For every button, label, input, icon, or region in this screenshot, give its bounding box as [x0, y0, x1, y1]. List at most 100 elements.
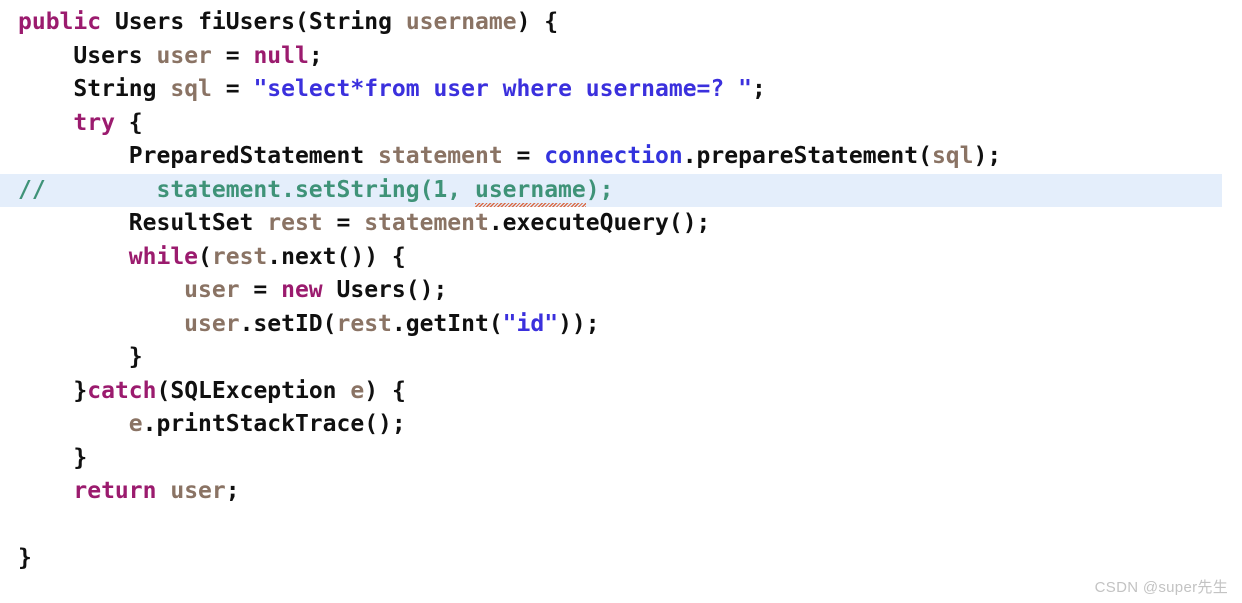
code-token: user — [156, 42, 212, 69]
code-token: = — [211, 42, 254, 69]
code-token: new — [281, 277, 323, 303]
code-token: ); — [585, 176, 614, 203]
code-token: "select*from user where username=? " — [253, 76, 752, 102]
code-line[interactable] — [0, 509, 1242, 543]
code-token: username — [405, 9, 517, 35]
code-token: rest — [211, 243, 268, 270]
code-token: try — [73, 109, 115, 136]
code-token: rest — [336, 310, 392, 337]
code-line[interactable]: PreparedStatement statement = connection… — [0, 140, 1242, 174]
code-token: fiUsers — [198, 9, 295, 35]
code-line[interactable]: } — [0, 542, 1242, 576]
code-line[interactable]: ResultSet rest = statement.executeQuery(… — [0, 207, 1242, 241]
code-token: Users — [73, 42, 143, 69]
code-token: } — [18, 444, 88, 471]
code-token: String — [308, 9, 392, 35]
code-token: ; — [308, 42, 323, 69]
code-token: } — [18, 344, 143, 370]
code-line[interactable]: Users user = null; — [0, 40, 1242, 74]
code-token: PreparedStatement — [128, 143, 365, 169]
code-token: .prepareStatement( — [682, 143, 932, 169]
code-line[interactable]: user = new Users(); — [0, 274, 1242, 308]
csdn-watermark: CSDN @super先生 — [1094, 579, 1228, 596]
code-line[interactable]: try { — [0, 107, 1242, 141]
code-token: connection — [544, 143, 683, 169]
code-token: ) { — [516, 9, 559, 35]
code-editor[interactable]: public Users fiUsers(String username) { … — [0, 0, 1242, 603]
code-token: = — [239, 277, 282, 303]
code-token: public — [18, 9, 102, 35]
code-block[interactable]: public Users fiUsers(String username) { … — [0, 6, 1242, 576]
code-token: sql — [931, 143, 974, 169]
code-line[interactable]: e.printStackTrace(); — [0, 408, 1242, 442]
code-token: { — [114, 109, 143, 136]
code-token: while — [128, 243, 199, 270]
code-token: statement — [378, 143, 503, 169]
code-token: ResultSet — [128, 210, 254, 236]
code-token: null — [253, 42, 309, 69]
code-token: return — [73, 478, 157, 504]
code-line[interactable]: } — [0, 442, 1242, 476]
code-token: ( — [295, 9, 309, 35]
code-token: .getInt( — [391, 310, 503, 337]
code-token: ( — [156, 377, 171, 404]
code-line[interactable]: while(rest.next()) { — [0, 241, 1242, 275]
code-token: e — [128, 411, 143, 437]
code-token: (); — [405, 277, 448, 303]
code-token: .setID( — [239, 310, 337, 337]
code-token: Users — [114, 9, 185, 35]
code-token: rest — [267, 210, 323, 236]
code-line[interactable]: return user; — [0, 475, 1242, 509]
code-token: ) { — [364, 377, 406, 404]
code-token: ); — [973, 143, 1002, 169]
code-token: Users — [336, 277, 406, 303]
code-line[interactable]: String sql = "select*from user where use… — [0, 73, 1242, 107]
code-line[interactable]: } — [0, 341, 1242, 375]
code-token: .executeQuery(); — [488, 210, 711, 236]
code-line[interactable]: // statement.setString(1, username); — [0, 173, 1222, 208]
code-token: SQLException — [170, 377, 337, 404]
code-token: user — [184, 310, 240, 337]
code-token: ; — [751, 76, 766, 102]
code-line[interactable]: }catch(SQLException e) { — [0, 375, 1242, 409]
code-line[interactable]: public Users fiUsers(String username) { — [0, 6, 1242, 40]
code-token: statement — [364, 210, 489, 236]
error-squiggle-token: username — [474, 174, 586, 208]
code-line[interactable]: user.setID(rest.getInt("id")); — [0, 308, 1242, 342]
code-token: e — [350, 377, 365, 404]
code-token: = — [322, 210, 365, 236]
code-token: String — [73, 76, 157, 102]
code-token: sql — [170, 76, 212, 102]
code-token: // statement.setString(1, — [18, 176, 475, 203]
code-token: .next()) { — [267, 243, 406, 270]
code-token: catch — [87, 377, 157, 404]
code-token: .printStackTrace(); — [142, 411, 406, 437]
code-token: } — [18, 377, 88, 404]
code-token: user — [184, 277, 240, 303]
code-token: = — [211, 76, 254, 102]
code-token: user — [170, 478, 226, 504]
code-token: )); — [558, 310, 600, 337]
code-token: } — [18, 545, 32, 571]
code-token: ; — [225, 478, 240, 504]
code-token: "id" — [502, 310, 559, 337]
